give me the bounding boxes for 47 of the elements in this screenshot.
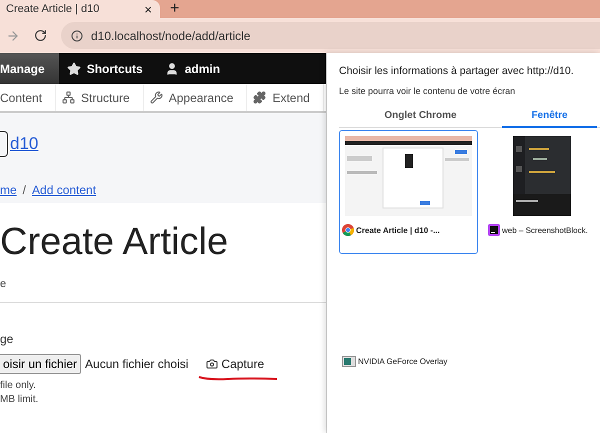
menu-item[interactable]: Appearance (144, 84, 248, 111)
dialog-title: Choisir les informations à partager avec http://d10. (339, 65, 575, 77)
url-text: d10.localhost/node/add/article (91, 28, 250, 42)
toolbar-item[interactable]: Manage (0, 53, 59, 84)
source-label: Create Article | d10 -... (356, 226, 440, 234)
window-icon (342, 356, 356, 367)
field-label: ge (0, 332, 14, 346)
toolbar-item[interactable]: Shortcuts (58, 53, 157, 84)
menu-item[interactable]: Content (0, 84, 56, 111)
reload-icon[interactable] (34, 29, 47, 42)
field-description: MB limit. (0, 394, 40, 405)
source-card[interactable]: web – ScreenshotBlock. (485, 130, 598, 254)
menu-item[interactable]: Extend (247, 84, 324, 111)
user-icon (164, 62, 179, 76)
wrench-icon (150, 91, 163, 104)
choose-file-button[interactable]: oisir un fichier (0, 354, 82, 374)
dialog-subtitle: Le site pourra voir le contenu de votre écran (339, 86, 516, 96)
logo-icon (0, 131, 8, 157)
dialog-tab[interactable]: Fenêtre (502, 106, 597, 128)
tab-title: Create Article | d10 (6, 3, 100, 15)
chrome-icon (342, 224, 354, 236)
close-icon[interactable]: × (144, 2, 152, 16)
dialog-tab[interactable]: Onglet Chrome (339, 106, 502, 128)
puzzle-icon (253, 91, 266, 104)
source-label: web – ScreenshotBlock. (502, 226, 588, 234)
site-link[interactable]: d10 (10, 134, 38, 154)
sitemap-icon (62, 91, 76, 104)
toolbar-item[interactable]: admin (156, 53, 234, 84)
breadcrumb-link[interactable]: me (0, 183, 17, 197)
capture-link[interactable]: Capture (206, 357, 264, 371)
camera-icon (206, 358, 218, 370)
menu-item[interactable]: Structure (56, 84, 144, 111)
page-subtitle: e (0, 278, 8, 290)
breadcrumb-link[interactable]: Add content (32, 183, 96, 197)
address-bar[interactable]: d10.localhost/node/add/article (61, 22, 600, 49)
file-status: Aucun fichier choisi (85, 357, 188, 371)
app-icon (488, 224, 500, 236)
source-card[interactable]: NVIDIA GeForce Overlay (339, 261, 478, 385)
page-title: Create Article (0, 221, 230, 264)
field-description: file only. (0, 380, 37, 391)
info-icon[interactable] (71, 30, 83, 42)
source-card[interactable]: Create Article | d10 -... (339, 130, 478, 254)
source-label: NVIDIA GeForce Overlay (358, 357, 448, 366)
star-icon (66, 62, 81, 76)
browser-tab[interactable]: Create Article | d10 × (0, 0, 160, 18)
new-tab-button[interactable]: + (170, 1, 180, 17)
breadcrumb-separator: / (22, 183, 26, 197)
